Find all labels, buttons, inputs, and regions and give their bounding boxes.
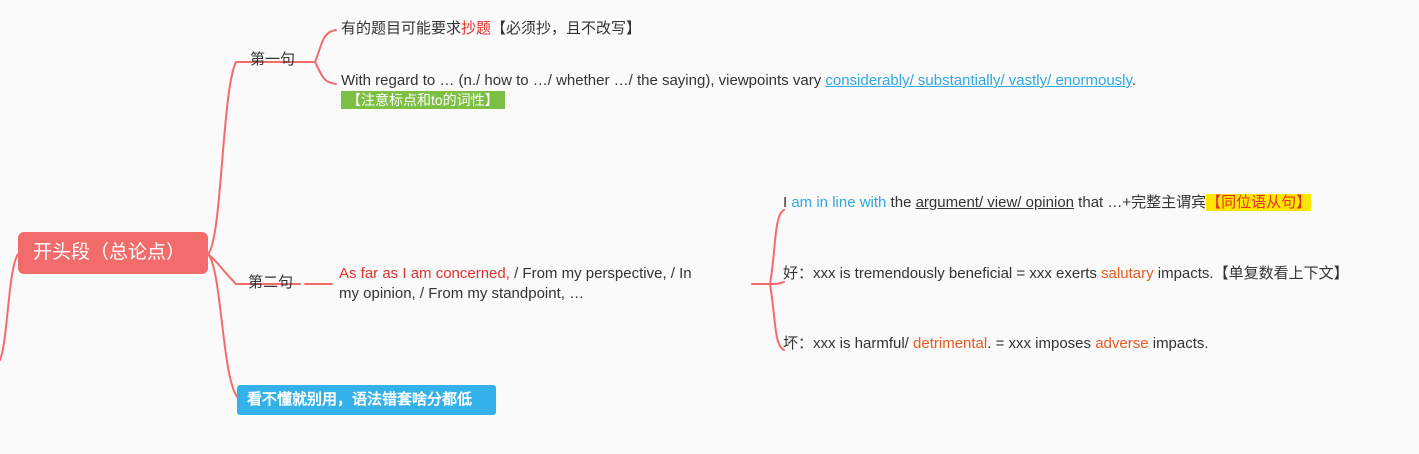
appositive-tag: 【同位语从句】 [1206, 194, 1312, 211]
branch-sentence-1[interactable]: 第一句 [250, 50, 295, 69]
punctuation-tag: 【注意标点和to的词性】 [341, 91, 505, 109]
sentence2-child-bad[interactable]: 坏：xxx is harmful/ detrimental. = xxx imp… [783, 334, 1209, 353]
root-node[interactable]: 开头段（总论点） [18, 232, 208, 274]
sentence1-item-copy-topic[interactable]: 有的题目可能要求抄题【必须抄，且不改写】 [341, 19, 641, 38]
sentence1-item-with-regard[interactable]: With regard to … (n./ how to …/ whether … [341, 71, 1136, 90]
sentence2-main-line2: my opinion, / From my standpoint, … [339, 285, 585, 302]
sentence2-child-in-line-with[interactable]: I am in line with the argument/ view/ op… [783, 193, 1312, 212]
adverb-link[interactable]: considerably/ substantially/ vastly/ eno… [825, 72, 1132, 89]
sentence2-child-good[interactable]: 好：xxx is tremendously beneficial = xxx e… [783, 264, 1349, 283]
connector-lines [0, 29, 785, 399]
sentence2-main-line1[interactable]: As far as I am concerned, / From my pers… [339, 264, 692, 283]
warning-note[interactable]: 看不懂就别用，语法错套啥分都低 [237, 385, 496, 415]
sentence1-tag-row: 【注意标点和to的词性】 [341, 91, 505, 110]
branch-sentence-2[interactable]: 第二句 [248, 273, 293, 292]
